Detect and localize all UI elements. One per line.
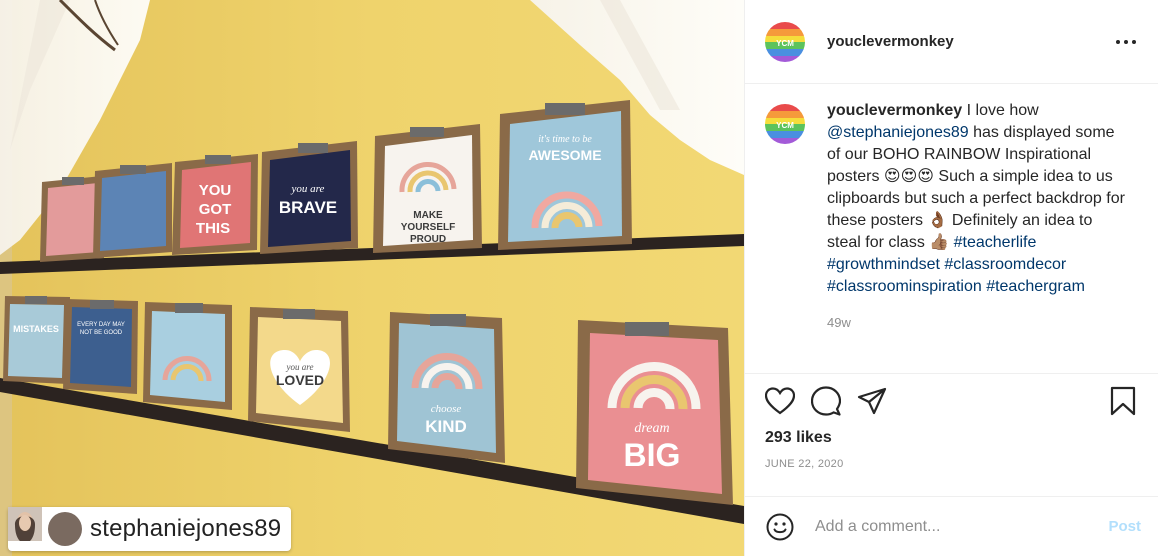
caption-avatar[interactable]: YCM bbox=[765, 104, 805, 144]
caption-text-middle: has displayed some of our BOHO RAINBOW I… bbox=[827, 124, 1125, 251]
tagged-user-avatar bbox=[8, 507, 82, 546]
comment-input[interactable] bbox=[815, 517, 1109, 536]
classroom-photo: YOU GOT THIS you are BRAVE MAKE YOURSELF… bbox=[0, 0, 744, 556]
emoji-icon[interactable] bbox=[765, 512, 795, 542]
svg-text:MAKE: MAKE bbox=[413, 210, 443, 221]
svg-text:KIND: KIND bbox=[425, 417, 467, 436]
comment-icon[interactable] bbox=[809, 384, 843, 418]
post-date[interactable]: JUNE 22, 2020 bbox=[745, 458, 1158, 470]
svg-text:YCM: YCM bbox=[776, 121, 794, 130]
tagged-username[interactable]: stephaniejones89 bbox=[90, 515, 281, 543]
post-comment-button[interactable]: Post bbox=[1108, 518, 1141, 535]
post-caption: youclevermonkey I love how @stephaniejon… bbox=[827, 100, 1127, 373]
post-author-username[interactable]: youclevermonkey bbox=[827, 33, 1114, 50]
svg-text:GOT: GOT bbox=[199, 201, 232, 218]
svg-text:YCM: YCM bbox=[776, 39, 794, 48]
svg-text:it's time to be: it's time to be bbox=[538, 134, 592, 145]
caption-timestamp[interactable]: 49w bbox=[827, 312, 1127, 334]
share-icon[interactable] bbox=[855, 384, 889, 418]
likes-count[interactable]: 293 likes bbox=[745, 426, 1158, 450]
caption-text-before: I love how bbox=[962, 102, 1039, 119]
action-bar bbox=[745, 374, 1158, 428]
svg-text:BRAVE: BRAVE bbox=[279, 198, 337, 217]
svg-text:AWESOME: AWESOME bbox=[528, 147, 601, 163]
svg-text:THIS: THIS bbox=[196, 220, 230, 237]
post-photo[interactable]: YOU GOT THIS you are BRAVE MAKE YOURSELF… bbox=[0, 0, 744, 556]
avatar[interactable]: YCM bbox=[765, 21, 805, 62]
svg-text:you are: you are bbox=[291, 183, 325, 195]
caption-mention[interactable]: @stephaniejones89 bbox=[827, 124, 969, 141]
svg-text:NOT BE GOOD: NOT BE GOOD bbox=[80, 330, 123, 336]
svg-text:PROUD: PROUD bbox=[410, 234, 446, 245]
svg-text:BIG: BIG bbox=[624, 437, 681, 473]
hashtag-growthmindset[interactable]: #growthmindset bbox=[827, 256, 940, 273]
more-icon[interactable] bbox=[1114, 30, 1138, 54]
svg-text:LOVED: LOVED bbox=[276, 372, 324, 388]
caption-username[interactable]: youclevermonkey bbox=[827, 102, 962, 119]
hashtag-teacherlife[interactable]: #teacherlife bbox=[954, 234, 1037, 251]
hashtag-classroomdecor[interactable]: #classroomdecor bbox=[944, 256, 1066, 273]
svg-text:MISTAKES: MISTAKES bbox=[13, 324, 59, 334]
caption-area: YCM youclevermonkey I love how @stephani… bbox=[745, 84, 1158, 374]
hashtag-teachergram[interactable]: #teachergram bbox=[986, 278, 1085, 295]
bookmark-icon[interactable] bbox=[1106, 384, 1140, 418]
post-side-panel: YCM youclevermonkey YCM youclevermonkey … bbox=[744, 0, 1158, 556]
svg-text:dream: dream bbox=[634, 421, 669, 436]
svg-text:you are: you are bbox=[286, 362, 314, 372]
heart-icon[interactable] bbox=[763, 384, 797, 418]
svg-text:choose: choose bbox=[431, 403, 462, 415]
tagged-user-tag[interactable]: stephaniejones89 bbox=[8, 507, 292, 551]
svg-text:YOURSELF: YOURSELF bbox=[401, 222, 455, 233]
svg-text:EVERY DAY MAY: EVERY DAY MAY bbox=[77, 322, 125, 328]
post-header: YCM youclevermonkey bbox=[745, 0, 1158, 84]
hashtag-classroominspiration[interactable]: #classroominspiration bbox=[827, 278, 982, 295]
svg-text:YOU: YOU bbox=[199, 182, 232, 199]
comment-box: Post bbox=[745, 496, 1158, 556]
